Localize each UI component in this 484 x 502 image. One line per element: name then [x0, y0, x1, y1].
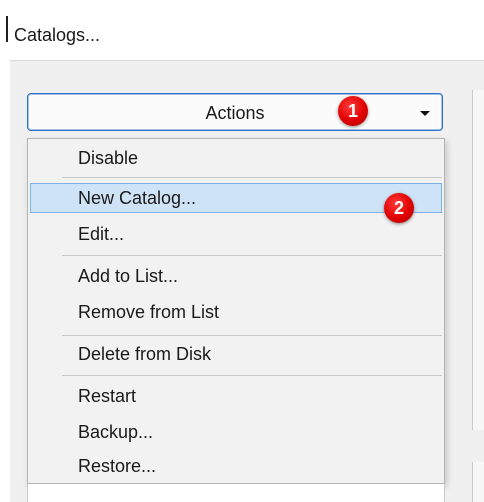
catalog-list-bottom [27, 484, 445, 502]
menu-item-add-to-list[interactable]: Add to List... [30, 261, 442, 291]
menu-item-label: Edit... [78, 224, 125, 244]
step-badge-2: 2 [384, 193, 414, 223]
window-edge [6, 16, 8, 42]
menu-separator [62, 255, 442, 256]
catalog-list-panel[interactable] [472, 90, 484, 430]
menu-item-new-catalog[interactable]: New Catalog... [30, 183, 442, 213]
chevron-down-icon [420, 111, 430, 116]
menu-item-edit[interactable]: Edit... [30, 219, 442, 249]
actions-menu: Disable New Catalog... Edit... Add to Li… [27, 138, 445, 484]
step-badge-1: 1 [338, 96, 368, 126]
menu-item-restart[interactable]: Restart [30, 381, 442, 411]
menu-item-backup[interactable]: Backup... [30, 417, 442, 447]
menu-item-label: Add to List... [78, 266, 179, 286]
menu-item-label: Restart [78, 386, 137, 406]
menu-item-restore[interactable]: Restore... [30, 451, 442, 481]
menu-item-label: Remove from List [78, 302, 220, 322]
page: Catalogs... Actions 1 Disable New Catalo… [0, 0, 484, 502]
menu-item-label: New Catalog... [78, 188, 197, 208]
menu-separator [62, 375, 442, 376]
menu-item-label: Backup... [78, 422, 154, 442]
menu-separator [62, 335, 442, 336]
menu-item-remove-from-list[interactable]: Remove from List [30, 297, 442, 327]
actions-dropdown-button[interactable]: Actions [27, 93, 443, 131]
menu-separator [62, 177, 442, 178]
lower-panel [472, 462, 484, 502]
menu-item-delete-from-disk[interactable]: Delete from Disk [30, 339, 442, 369]
dialog-title: Catalogs... [14, 25, 101, 45]
menu-item-label: Delete from Disk [78, 344, 212, 364]
menu-item-label: Restore... [78, 456, 157, 476]
menu-item-disable[interactable]: Disable [30, 143, 442, 173]
menu-item-label: Disable [78, 148, 139, 168]
